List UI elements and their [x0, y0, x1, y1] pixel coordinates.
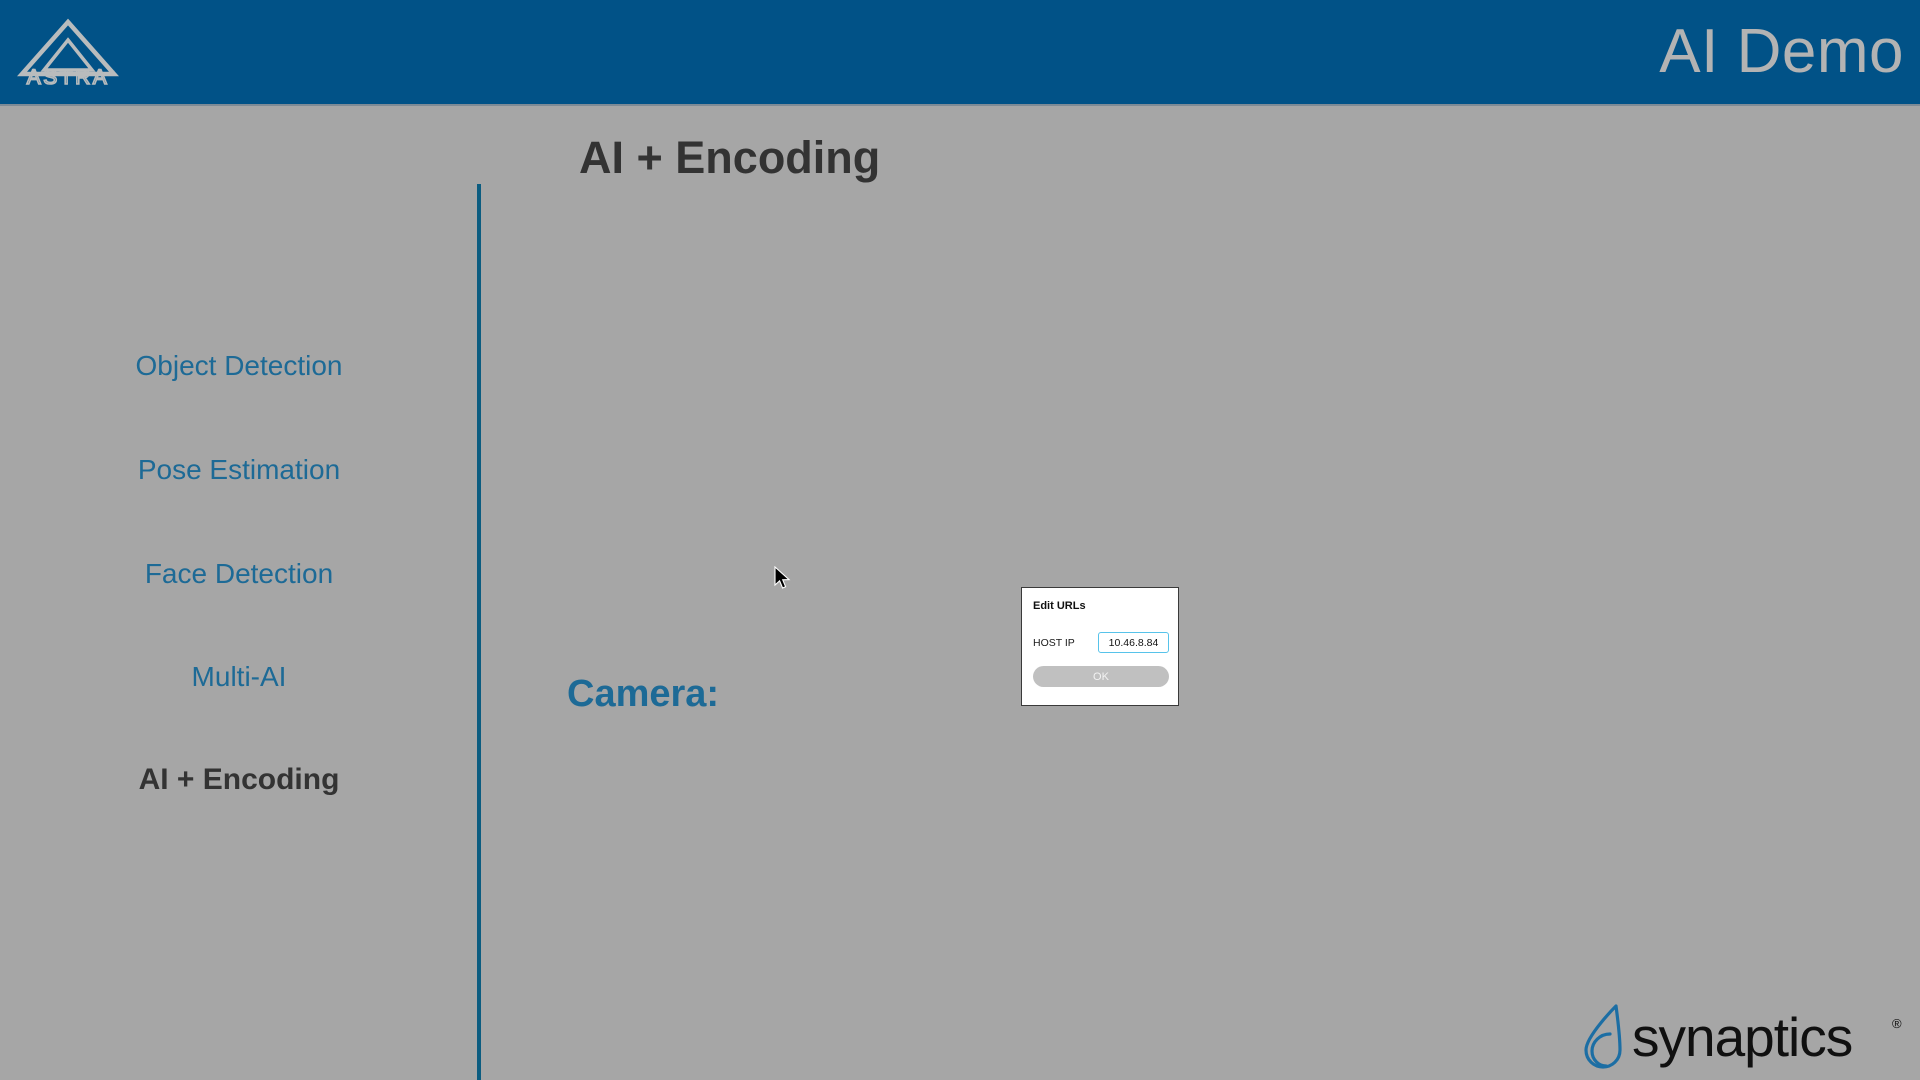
- astra-logo: ASTRA: [16, 14, 120, 90]
- page-title: AI + Encoding: [579, 132, 881, 183]
- host-ip-label: HOST IP: [1033, 636, 1075, 649]
- main-panel: AI + Encoding Camera: Edit URLs HOST IP …: [478, 106, 1920, 1080]
- sidebar-item-face-detection[interactable]: Face Detection: [0, 558, 478, 590]
- ok-button[interactable]: OK: [1033, 666, 1169, 687]
- sidebar-item-multi-ai[interactable]: Multi-AI: [0, 661, 478, 693]
- synaptics-drop-icon: [1584, 1004, 1622, 1069]
- synaptics-logo: synaptics ®: [1572, 1000, 1912, 1072]
- svg-text:ASTRA: ASTRA: [27, 66, 110, 89]
- sidebar-item-ai-encoding[interactable]: AI + Encoding: [0, 763, 478, 797]
- content-area: Object Detection Pose Estimation Face De…: [0, 106, 1920, 1080]
- host-ip-input[interactable]: [1098, 632, 1169, 653]
- app-header: ASTRA AI Demo: [0, 0, 1920, 106]
- camera-label: Camera:: [567, 673, 720, 715]
- dialog-title: Edit URLs: [1033, 600, 1086, 612]
- svg-text:synaptics: synaptics: [1632, 1006, 1852, 1068]
- svg-text:®: ®: [1892, 1016, 1902, 1031]
- sidebar-item-pose-estimation[interactable]: Pose Estimation: [0, 454, 478, 486]
- edit-urls-dialog: Edit URLs HOST IP OK: [1021, 587, 1179, 706]
- sidebar-nav: Object Detection Pose Estimation Face De…: [0, 106, 481, 1080]
- host-ip-row: HOST IP: [1033, 632, 1169, 653]
- sidebar-item-object-detection[interactable]: Object Detection: [0, 350, 478, 382]
- app-title: AI Demo: [1659, 17, 1904, 86]
